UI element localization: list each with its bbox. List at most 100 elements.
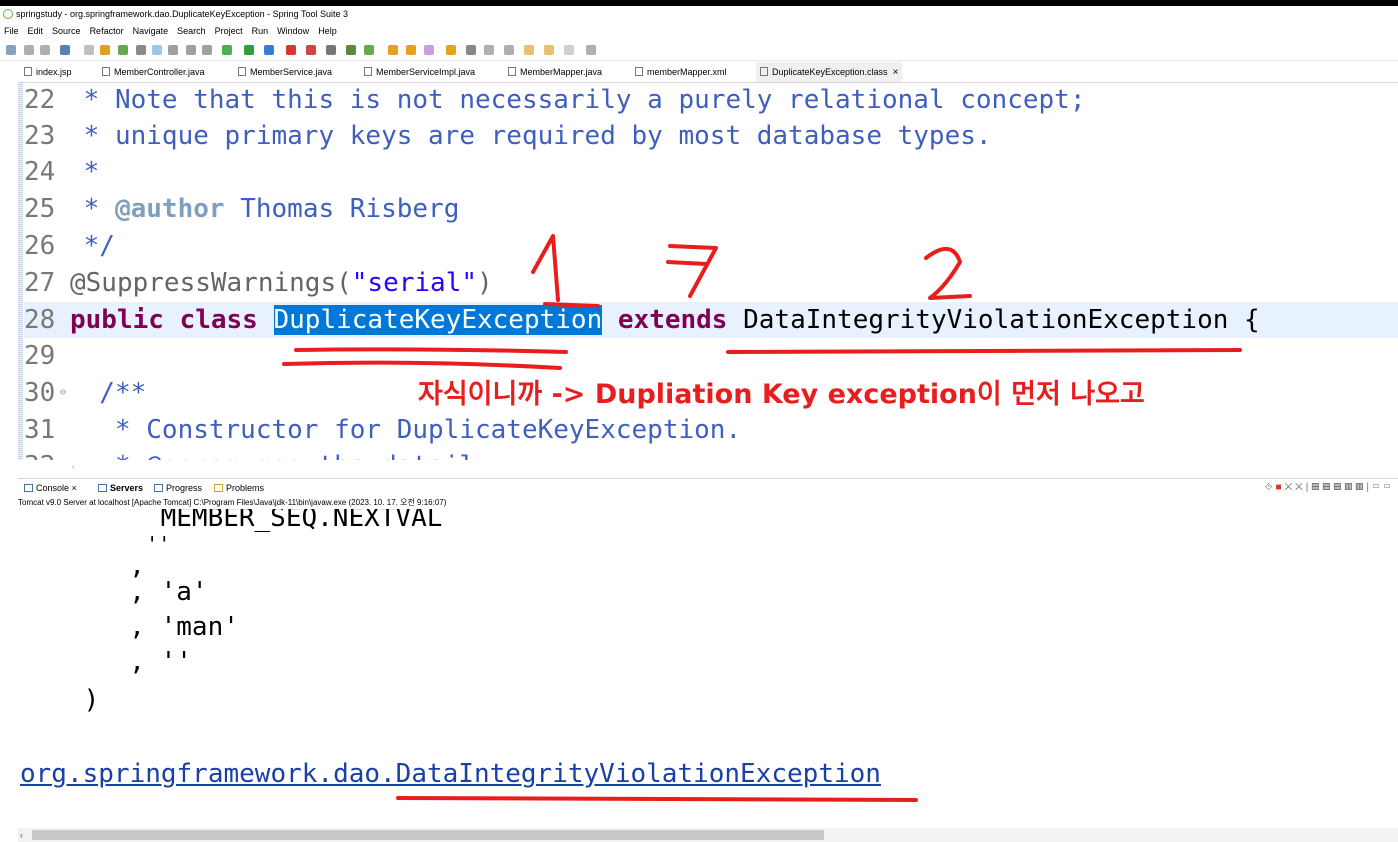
tab-label: MemberController.java (114, 67, 205, 77)
whitespace-icon[interactable] (202, 45, 212, 55)
console-icon[interactable] (60, 45, 70, 55)
forward-icon[interactable] (564, 45, 574, 55)
run-icon[interactable] (244, 45, 254, 55)
tab-member-mapper-java[interactable]: MemberMapper.java (508, 62, 602, 82)
coverage-icon[interactable] (264, 45, 274, 55)
save-all-icon[interactable] (40, 45, 50, 55)
comment-text: Thomas Risberg (224, 194, 460, 224)
menu-file[interactable]: File (4, 26, 19, 36)
external-tools-icon[interactable] (306, 45, 316, 55)
menu-run[interactable]: Run (252, 26, 269, 36)
back-icon[interactable] (544, 45, 554, 55)
console-output[interactable]: MEMBER_SEQ.NEXTVAL '' , , 'a' , 'man' , … (18, 509, 1398, 829)
debug-icon[interactable] (100, 45, 110, 55)
tab-label: DuplicateKeyException.class (772, 67, 888, 77)
line-number: 28 (24, 305, 56, 335)
java-file-icon (364, 67, 372, 76)
keyword: public class (70, 305, 258, 335)
window-title: springstudy - org.springframework.dao.Du… (16, 9, 349, 19)
line-number: 29 (24, 341, 56, 371)
string-literal: "serial" (351, 268, 477, 298)
selected-class-name[interactable]: DuplicateKeyException (273, 305, 603, 335)
comment-text: */ (68, 231, 115, 261)
code-line: 25 * @author Thomas Risberg (24, 191, 1398, 227)
comment-text: * Constructor for DuplicateKeyException. (68, 415, 742, 445)
view-toolbar[interactable]: ⟐■✕✕|▤▤▤▥▥|▭▭ (1265, 479, 1394, 497)
stop-icon[interactable] (286, 45, 296, 55)
last-edit-icon[interactable] (524, 45, 534, 55)
console-line: , 'man' (98, 612, 239, 642)
skip-icon[interactable] (84, 45, 94, 55)
refresh-icon[interactable] (118, 45, 128, 55)
menu-bar: File Edit Source Refactor Navigate Search Proj… (0, 23, 1398, 39)
xml-file-icon (635, 67, 643, 76)
menu-window[interactable]: Window (277, 26, 309, 36)
tab-member-controller[interactable]: MemberController.java (102, 62, 205, 82)
editor-horizontal-scrollbar[interactable]: ‹ (24, 460, 1398, 474)
edit-icon[interactable] (424, 45, 434, 55)
tab-servers[interactable]: Servers (98, 479, 143, 497)
debug-run-icon[interactable] (222, 45, 232, 55)
save-icon[interactable] (24, 45, 34, 55)
mark-icon[interactable] (168, 45, 178, 55)
tab-duplicate-key-exception[interactable]: DuplicateKeyException.class × (756, 62, 903, 82)
comment-text: /** (68, 378, 147, 408)
console-process-label: Tomcat v9.0 Server at localhost [Apache … (18, 498, 447, 507)
globe-icon[interactable] (364, 45, 374, 55)
editor-gutter (0, 82, 18, 460)
java-file-icon (238, 67, 246, 76)
search-icon[interactable] (466, 45, 476, 55)
comment-text: * (68, 157, 100, 187)
annotation-text: @SuppressWarnings( (70, 268, 352, 298)
tab-label: Progress (166, 483, 203, 493)
open-type-icon[interactable] (406, 45, 416, 55)
code-line: 32 * @param msg the detail (24, 448, 1398, 460)
tab-index-jsp[interactable]: index.jsp (24, 62, 72, 82)
main-toolbar (0, 40, 1398, 61)
open-folder-icon[interactable] (388, 45, 398, 55)
task-icon[interactable] (446, 45, 456, 55)
prev-annotation-icon[interactable] (504, 45, 514, 55)
comment-text: * unique primary keys are required by mo… (68, 121, 992, 151)
tab-member-service[interactable]: MemberService.java (238, 62, 332, 82)
scroll-left-icon[interactable]: ‹ (20, 828, 23, 842)
tab-progress[interactable]: Progress (154, 479, 202, 497)
console-line: , '' (98, 647, 192, 677)
menu-refactor[interactable]: Refactor (90, 26, 124, 36)
tab-console[interactable]: Console × (24, 479, 77, 497)
highlight-icon[interactable] (152, 45, 162, 55)
close-icon[interactable]: × (893, 67, 899, 78)
scrollbar-thumb[interactable] (32, 830, 824, 840)
file-icon (24, 67, 32, 76)
pin-icon[interactable] (136, 45, 146, 55)
web-icon[interactable] (346, 45, 356, 55)
new-icon[interactable] (6, 45, 16, 55)
tab-problems[interactable]: Problems (214, 479, 264, 497)
next-annotation-icon[interactable] (484, 45, 494, 55)
tools-icon[interactable] (326, 45, 336, 55)
line-number: 27 (24, 268, 56, 298)
javadoc-tag: @author (114, 194, 225, 224)
scroll-left-icon[interactable]: ‹ (72, 462, 75, 471)
menu-navigate[interactable]: Navigate (133, 26, 169, 36)
close-icon[interactable]: × (72, 483, 77, 493)
line-number: 32 (24, 448, 68, 460)
line-number: 23 (24, 121, 56, 151)
console-horizontal-scrollbar[interactable]: ‹ (18, 828, 1398, 842)
tab-member-mapper-xml[interactable]: memberMapper.xml (635, 62, 727, 82)
fold-icon[interactable]: ⊖ (60, 375, 66, 411)
superclass-name: DataIntegrityViolationException { (743, 305, 1260, 335)
line-number: 31 (24, 415, 56, 445)
pin-editor-icon[interactable] (586, 45, 596, 55)
menu-search[interactable]: Search (177, 26, 206, 36)
line-number: 25 (24, 194, 56, 224)
block-icon[interactable] (186, 45, 196, 55)
tab-label: memberMapper.xml (647, 67, 727, 77)
menu-edit[interactable]: Edit (28, 26, 44, 36)
menu-source[interactable]: Source (52, 26, 81, 36)
menu-help[interactable]: Help (318, 26, 337, 36)
menu-project[interactable]: Project (215, 26, 243, 36)
exception-link[interactable]: org.springframework.dao.DataIntegrityVio… (20, 757, 881, 791)
tab-member-service-impl[interactable]: MemberServiceImpl.java (364, 62, 475, 82)
code-line: 23 * unique primary keys are required by… (24, 118, 1398, 154)
